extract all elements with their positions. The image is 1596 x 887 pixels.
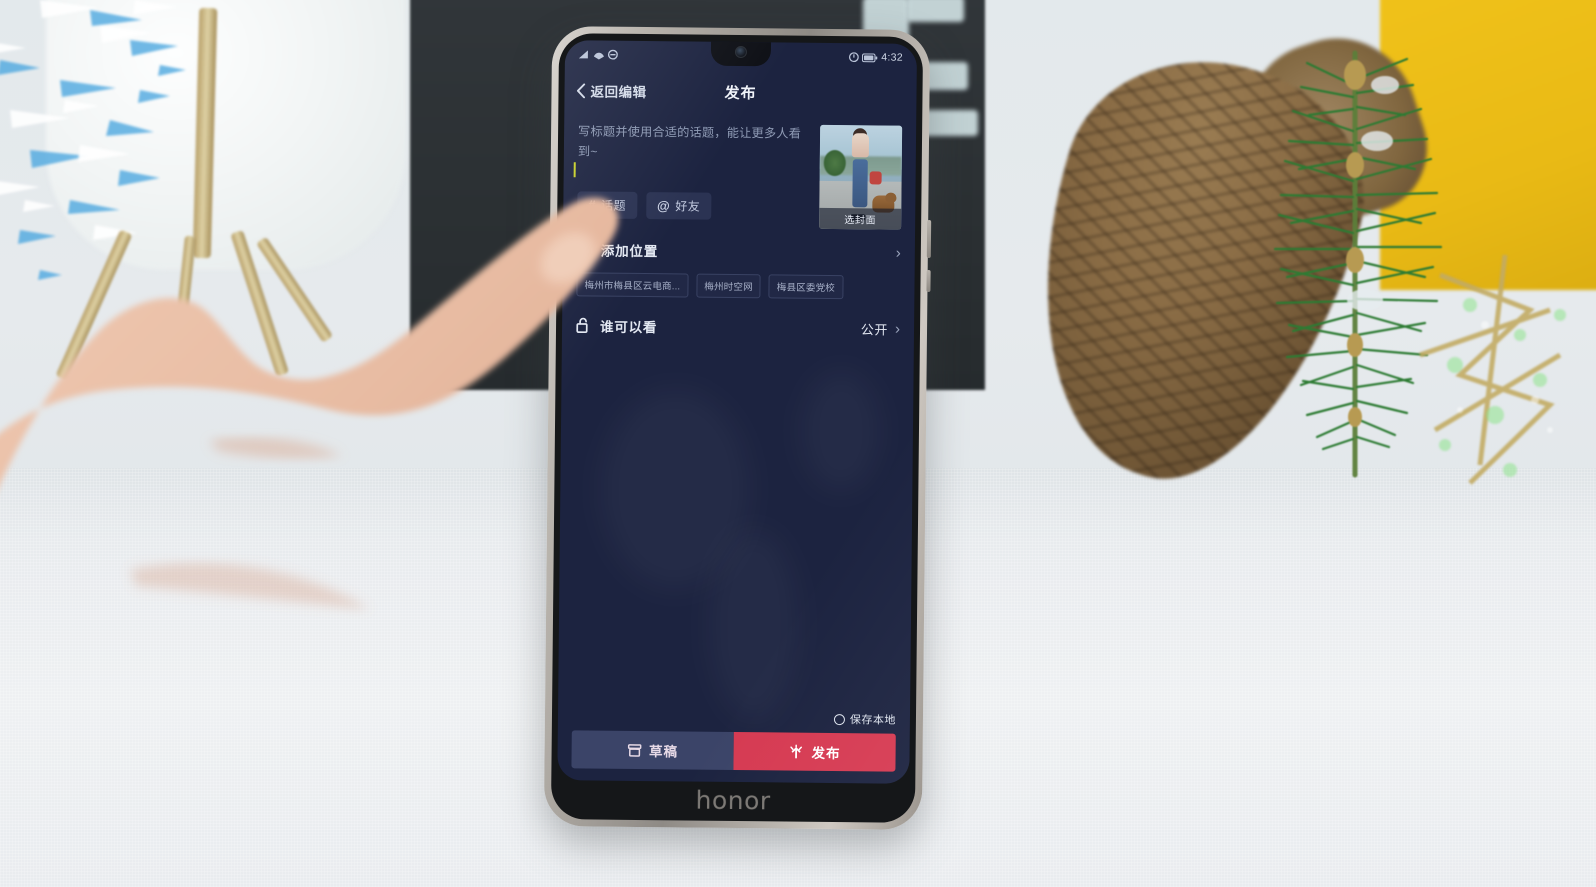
location-chip[interactable]: 梅州时空网	[696, 273, 761, 299]
back-to-edit-button[interactable]: 返回编辑	[576, 80, 647, 101]
chevron-right-icon: ›	[895, 244, 901, 262]
chevron-left-icon	[576, 82, 586, 98]
friend-tag-label: 好友	[675, 199, 701, 214]
cover-tree	[823, 149, 846, 177]
alarm-clock-icon	[849, 52, 860, 63]
nav-bar: 返回编辑 发布	[564, 68, 916, 116]
screen-reflection	[800, 371, 881, 492]
wifi-icon	[607, 49, 618, 60]
save-local-label: 保存本地	[849, 714, 897, 727]
scene-photo: 4:32 返回编辑 发布 写标题并使用合适的话题，能让更多人看到~ 话题 @ 好…	[0, 0, 1596, 887]
front-camera-icon	[734, 45, 747, 59]
cover-thumbnail[interactable]: 选封面	[819, 124, 903, 230]
waterdrop-notch	[710, 40, 772, 67]
glitter-star-decoration	[1419, 254, 1566, 485]
cover-dog-head	[885, 192, 897, 203]
signal-bars-icon	[578, 49, 588, 58]
publish-button[interactable]: 发布	[733, 731, 896, 772]
chevron-right-icon: ›	[894, 320, 901, 338]
status-bar-left	[578, 49, 618, 60]
publish-label: 发布	[811, 745, 841, 762]
cover-person-legs	[852, 159, 868, 208]
status-bar-right: 4:32	[849, 51, 903, 64]
visibility-value: 公开	[860, 321, 889, 338]
battery-icon	[862, 52, 878, 62]
volume-button[interactable]	[926, 269, 931, 293]
cover-person-torso	[851, 133, 870, 158]
hand-pointing	[0, 197, 619, 610]
choose-cover-label[interactable]: 选封面	[819, 207, 902, 230]
friend-tag-button[interactable]: @ 好友	[645, 192, 712, 220]
board-letter-glyph	[906, 0, 964, 22]
back-to-edit-label: 返回编辑	[590, 84, 647, 101]
page-title: 发布	[724, 84, 757, 102]
draft-label: 草稿	[649, 744, 679, 760]
screen-reflection	[708, 530, 800, 721]
status-bar-clock: 4:32	[881, 51, 903, 64]
brand-logo: honor	[695, 785, 771, 815]
at-icon: @	[656, 198, 671, 214]
radio-circle-icon[interactable]	[833, 713, 846, 725]
location-chip[interactable]: 梅县区委党校	[768, 274, 844, 300]
upload-arrow-icon	[790, 744, 803, 759]
cover-bag	[869, 171, 882, 185]
power-button[interactable]	[926, 219, 932, 259]
mobile-data-icon	[593, 52, 604, 60]
